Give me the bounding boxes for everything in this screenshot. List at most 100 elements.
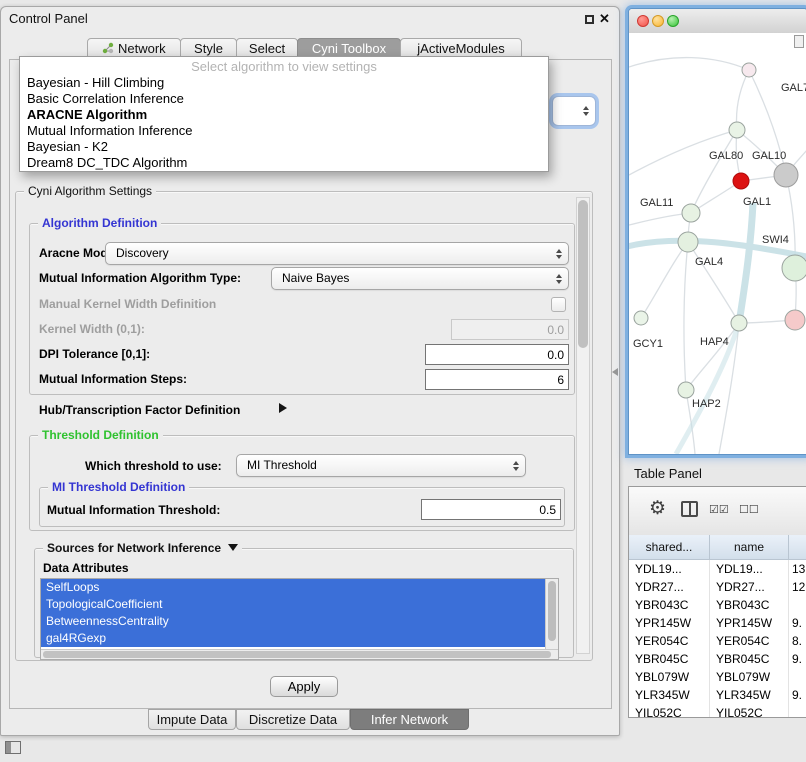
select-all-icon[interactable]: ☑☑ [709,503,729,516]
combobox-value: Naive Bayes [282,271,349,285]
table-row[interactable]: YER054C YER054C 8. [629,632,806,650]
cell-name: YBR045C [710,650,789,668]
dropdown-option[interactable]: Bayesian - Hill Climbing [20,75,548,91]
column-header-shared[interactable]: shared... [629,535,710,560]
table-row[interactable]: YPR145W YPR145W 9. [629,614,806,632]
sources-label-text: Sources for Network Inference [47,541,221,555]
tab-label: Discretize Data [249,712,337,727]
network-node-gray[interactable] [774,163,798,187]
tab-discretize-data[interactable]: Discretize Data [236,709,350,730]
data-attributes-label: Data Attributes [43,561,129,575]
table-row[interactable]: YBR045C YBR045C 9. [629,650,806,668]
group-title: Threshold Definition [38,428,163,443]
scrollbar-thumb[interactable] [548,581,556,641]
splitter-collapse-button[interactable] [612,368,618,376]
network-node-red[interactable] [733,173,749,189]
mi-type-combobox[interactable]: Naive Bayes [271,267,569,290]
cell-value [789,704,806,718]
tab-infer-network[interactable]: Infer Network [350,709,469,730]
table-row[interactable]: YLR345W YLR345W 9. [629,686,806,704]
dpi-tolerance-label: DPI Tolerance [0,1]: [39,347,150,361]
mi-type-label: Mutual Information Algorithm Type: [39,271,241,285]
table-row[interactable]: YIL052C YIL052C [629,704,806,718]
list-item[interactable]: SelfLoops [41,579,545,596]
dropdown-option[interactable]: Dream8 DC_TDC Algorithm [20,155,548,171]
close-button[interactable] [637,15,649,27]
tab-impute-data[interactable]: Impute Data [148,709,236,730]
tab-label: Network [118,41,166,56]
close-icon[interactable]: ✕ [599,11,610,27]
group-title: Algorithm Definition [38,216,161,231]
panel-dock-icon[interactable] [5,741,21,754]
node-label: GCY1 [633,338,663,350]
table-row[interactable]: YBR043C YBR043C [629,596,806,614]
cell-value: 9. [789,650,806,668]
cell-value: 12 [789,578,806,596]
table-row[interactable]: YDR27... YDR27... 12 [629,578,806,596]
table-toolbar: ⚙ ☑☑ ☐☐ [629,487,806,536]
column-header-partial[interactable] [789,535,806,560]
zoom-button[interactable] [667,15,679,27]
float-window-icon[interactable] [585,15,594,24]
clear-selection-icon[interactable]: ☐☐ [739,503,759,516]
cell-shared: YDR27... [629,578,710,596]
list-item[interactable]: BetweennessCentrality [41,613,545,630]
network-node[interactable] [634,311,648,325]
gear-icon[interactable]: ⚙ [649,496,666,522]
table-row[interactable]: YBL079W YBL079W [629,668,806,686]
table-row[interactable]: YDL19... YDL19... 13 [629,560,806,578]
cell-name: YIL052C [710,704,789,718]
node-label: HAP4 [700,336,729,348]
combobox-arrows-icon [583,106,589,116]
control-panel-titlebar: Control Panel ✕ [1,7,619,31]
cell-value [789,596,806,614]
dpi-tolerance-field[interactable] [425,344,569,365]
combobox-arrows-icon [556,249,562,259]
dropdown-option-selected[interactable]: ARACNE Algorithm [20,107,548,123]
network-node[interactable] [782,255,806,281]
canvas-scrollbar-button[interactable] [794,35,804,48]
list-item[interactable]: gal4RGexp [41,630,545,647]
settings-scrollbar[interactable] [576,197,590,654]
mi-threshold-field[interactable] [421,499,561,520]
column-header-name[interactable]: name [710,535,789,560]
cell-shared: YBR043C [629,596,710,614]
algorithm-combobox[interactable] [552,96,596,126]
sources-label[interactable]: Sources for Network Inference [43,541,242,556]
aracne-mode-combobox[interactable]: Discovery [105,242,569,265]
network-node[interactable] [682,204,700,222]
tab-label: Impute Data [157,712,228,727]
combobox-value: Discovery [116,246,169,260]
list-vertical-scrollbar[interactable] [545,579,559,649]
control-panel-window: Control Panel ✕ Network Style Select Cyn… [0,6,620,736]
network-window-titlebar [629,9,806,34]
expand-arrow-icon[interactable] [279,403,287,413]
list-horizontal-scrollbar[interactable] [41,649,558,660]
network-canvas[interactable]: GAL7 GAL80 GAL10 GAL11 GAL1 SWI4 GAL4 GC… [629,33,806,454]
network-node[interactable] [678,382,694,398]
apply-button[interactable]: Apply [270,676,338,697]
node-label: GAL1 [743,196,771,208]
network-node[interactable] [729,122,745,138]
columns-icon[interactable] [681,501,698,517]
tab-label: jActiveModules [417,41,504,56]
network-node[interactable] [731,315,747,331]
scrollbar-thumb[interactable] [43,651,551,658]
table-panel-title: Table Panel [634,466,702,481]
kernel-width-field [451,319,569,340]
network-node[interactable] [742,63,756,77]
dropdown-option[interactable]: Mutual Information Inference [20,123,548,139]
network-node[interactable] [678,232,698,252]
scrollbar-thumb[interactable] [578,200,588,348]
which-threshold-combobox[interactable]: MI Threshold [236,454,526,477]
minimize-button[interactable] [652,15,664,27]
algorithm-dropdown-popup: Select algorithm to view settings Bayesi… [19,56,549,172]
kernel-width-label: Kernel Width (0,1): [39,322,145,336]
dropdown-option[interactable]: Bayesian - K2 [20,139,548,155]
network-node-pink[interactable] [785,310,805,330]
network-tab-icon [102,42,114,54]
mi-steps-field[interactable] [425,369,569,390]
list-item[interactable]: TopologicalCoefficient [41,596,545,613]
dropdown-option[interactable]: Basic Correlation Inference [20,91,548,107]
combobox-arrows-icon [556,274,562,284]
